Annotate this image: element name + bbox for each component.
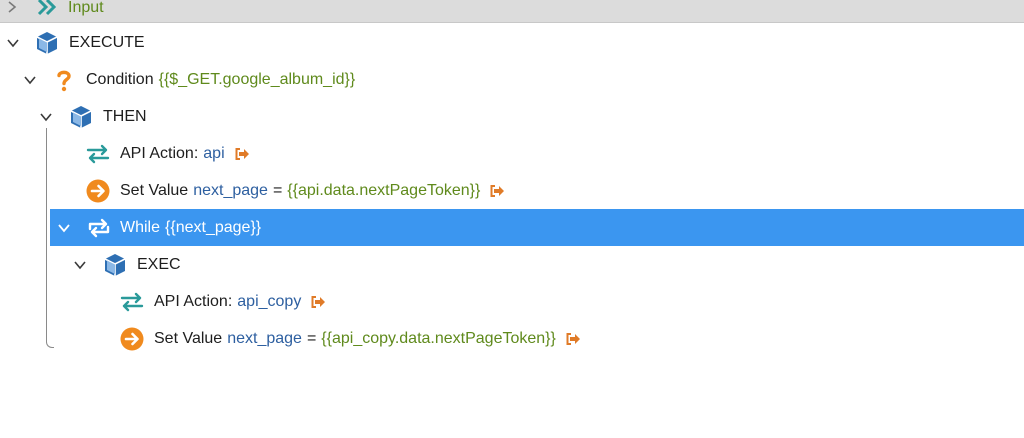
cube-icon [34,30,60,56]
tree-label: Input [68,0,104,17]
input-label: Input [68,0,104,16]
chevron-down-icon[interactable] [72,257,88,273]
tree-row-api-action-copy[interactable]: API Action: api_copy [0,284,1024,321]
tree-row-api-action[interactable]: API Action: api [0,136,1024,173]
tree-row-set-value-copy[interactable]: Set Value next_page = {{api_copy.data.ne… [0,321,1024,358]
arrow-circle-icon [119,326,145,352]
tree-label: EXEC [137,256,181,274]
double-chevron-icon [34,0,60,20]
set-value-label: Set Value [120,182,189,199]
tree-row-set-value[interactable]: Set Value next_page = {{api.data.nextPag… [0,173,1024,210]
condition-label: Condition [86,71,154,88]
tree-label: API Action: api_copy [154,293,326,311]
tree-row-then[interactable]: THEN [0,99,1024,136]
goto-link-icon[interactable] [565,331,581,347]
tree-row-execute[interactable]: EXECUTE [0,25,1024,62]
tree-label: While {{next_page}} [120,219,261,237]
set-value-var: next_page [193,182,268,199]
goto-link-icon[interactable] [489,183,505,199]
question-icon [51,67,77,93]
chevron-down-icon[interactable] [56,220,72,236]
tree-label: EXECUTE [69,34,145,52]
exec-label: EXEC [137,256,181,273]
while-value: {{next_page}} [165,219,262,236]
tree-label: Condition {{$_GET.google_album_id}} [86,71,355,89]
tree-label: Set Value next_page = {{api.data.nextPag… [120,182,505,200]
set-value-operator: = [272,182,283,199]
tree-row-condition[interactable]: Condition {{$_GET.google_album_id}} [0,62,1024,99]
api-action-label: API Action: [154,293,233,310]
set-value-value: {{api_copy.data.nextPageToken}} [321,330,556,347]
tree-label: Set Value next_page = {{api_copy.data.ne… [154,330,581,348]
cube-icon [68,104,94,130]
tree-label: API Action: api [120,145,250,163]
set-value-var: next_page [227,330,302,347]
arrow-circle-icon [85,178,111,204]
api-action-name: api [203,145,225,162]
swap-arrows-icon [85,141,111,167]
then-label: THEN [103,108,147,125]
set-value-label: Set Value [154,330,223,347]
api-action-label: API Action: [120,145,199,162]
goto-link-icon[interactable] [310,294,326,310]
chevron-down-icon[interactable] [5,35,21,51]
api-action-name: api_copy [237,293,302,310]
chevron-down-icon[interactable] [22,72,38,88]
tree-row-input[interactable]: Input [0,0,1024,26]
tree-row-exec[interactable]: EXEC [0,247,1024,284]
tree-label: THEN [103,108,147,126]
while-label: While [120,219,161,236]
cube-icon [102,252,128,278]
chevron-right-icon[interactable] [4,0,20,15]
chevron-down-icon[interactable] [38,109,54,125]
set-value-operator: = [306,330,317,347]
repeat-icon [86,215,112,241]
tree-row-while[interactable]: While {{next_page}} [50,209,1024,246]
condition-value: {{$_GET.google_album_id}} [158,71,356,88]
goto-link-icon[interactable] [234,146,250,162]
execute-label: EXECUTE [69,34,145,51]
swap-arrows-icon [119,289,145,315]
set-value-value: {{api.data.nextPageToken}} [287,182,481,199]
